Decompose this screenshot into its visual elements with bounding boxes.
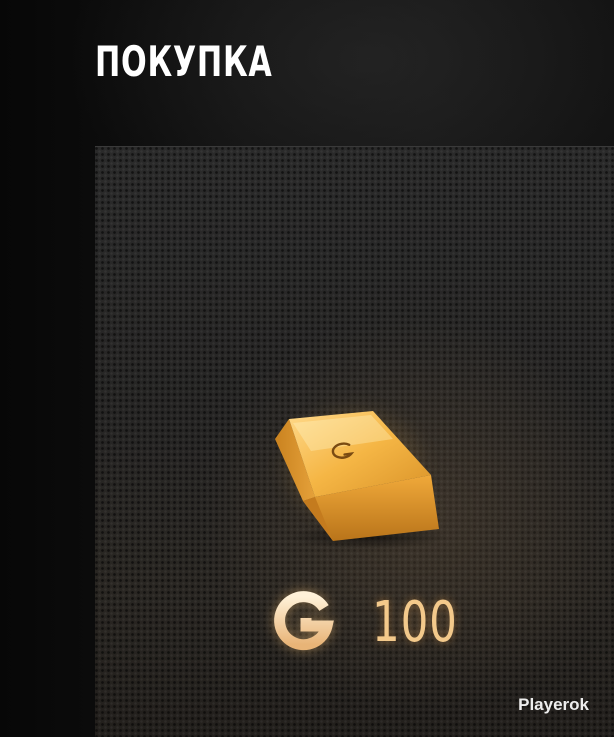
gold-bar-illustration bbox=[275, 411, 448, 549]
page-title: ПОКУПКА bbox=[95, 37, 273, 86]
purchase-item-card[interactable]: 100 Playerok bbox=[95, 146, 614, 737]
gold-bar-icon bbox=[253, 379, 453, 559]
purchase-screen: ПОКУПКА 100 Playerok bbox=[0, 0, 614, 737]
price-amount: 100 bbox=[372, 590, 458, 655]
gold-currency-icon bbox=[274, 591, 334, 651]
watermark: Playerok bbox=[518, 695, 589, 714]
price-row: 100 bbox=[270, 587, 482, 659]
